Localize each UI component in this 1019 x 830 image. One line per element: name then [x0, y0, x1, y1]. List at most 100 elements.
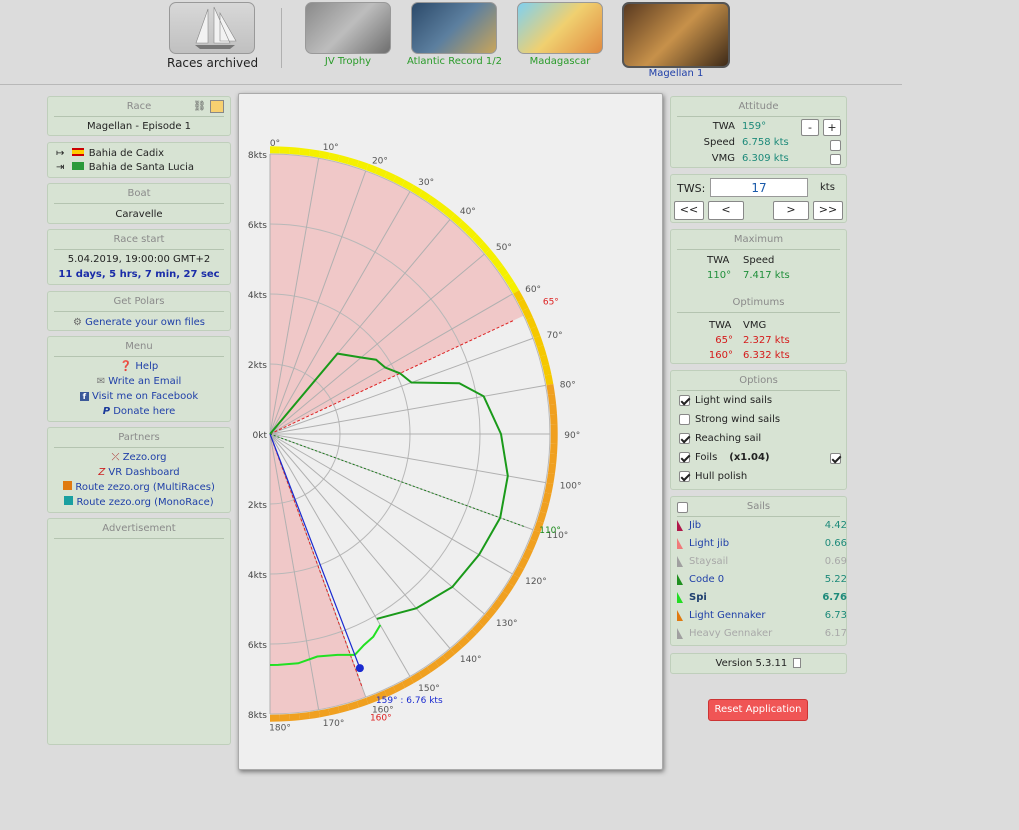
changelog-icon[interactable]	[793, 658, 802, 668]
route-multi-icon	[63, 481, 73, 490]
speed-value: 6.758 kts	[742, 137, 789, 148]
tws-forward-button[interactable]: >	[773, 201, 809, 220]
speed-rim-segment	[547, 463, 557, 475]
speed-rim-segment	[410, 184, 423, 196]
link-icon[interactable]: ⛓	[193, 101, 206, 112]
donate-link[interactable]: P Donate here	[48, 404, 230, 419]
speed-rim-segment	[502, 582, 514, 595]
speed-rim-segment	[533, 335, 544, 348]
sail-name: Staysail	[689, 556, 729, 567]
option-strong-wind[interactable]: Strong wind sails	[679, 413, 780, 427]
speed-rim-segment	[550, 413, 558, 425]
vr-dashboard-icon: Z	[98, 467, 106, 478]
polar-chart[interactable]: 0kt2kts2kts4kts4kts6kts6kts8kts8kts0° 10°…	[239, 94, 664, 771]
zezo-icon: ⤫	[111, 452, 120, 463]
partners-panel: Partners ⤫ Zezo.org Z VR Dashboard Route…	[47, 427, 231, 513]
sail-row: Jib 4.42	[677, 519, 847, 533]
option-checkbox[interactable]	[679, 413, 690, 425]
option-light-wind[interactable]: Light wind sails	[679, 394, 772, 408]
option-hull-polish[interactable]: Hull polish	[679, 470, 747, 484]
route-panel: ↦ Bahia de Cadix ⇥ Bahia de Santa Lucia	[47, 142, 231, 178]
atlantic-record-image	[411, 2, 497, 54]
speed-checkbox[interactable]	[830, 140, 841, 151]
race-tab-magellan[interactable]: Magellan 1	[620, 2, 732, 79]
polars-title: Get Polars	[54, 292, 224, 312]
route-mono-link[interactable]: Route zezo.org (MonoRace)	[48, 495, 230, 510]
race-tab-madagascar[interactable]: Madagascar	[515, 2, 605, 67]
magellan-image	[622, 2, 730, 68]
speed-rim-segment	[464, 628, 477, 641]
vmg-checkbox[interactable]	[830, 154, 841, 165]
speed-rim-segment	[502, 273, 514, 286]
radial-tick-label: 6kts	[248, 221, 267, 231]
angle-tick-label: 100°	[560, 482, 582, 492]
speed-label: Speed	[703, 137, 735, 148]
twa-plus-button[interactable]: +	[823, 119, 841, 136]
route-mono-icon	[64, 496, 74, 505]
race-start-panel: Race start 5.04.2019, 19:00:00 GMT+2 11 …	[47, 229, 231, 285]
angle-tick-label: 80°	[560, 380, 576, 390]
madagascar-image	[517, 2, 603, 54]
optimum-label: 160°	[370, 714, 392, 724]
maximum-title: Maximum	[677, 230, 840, 250]
speed-rim-segment	[497, 590, 509, 604]
zezo-link[interactable]: ⤫ Zezo.org	[48, 450, 230, 465]
tws-fast-back-button[interactable]: <<	[674, 201, 704, 220]
facebook-link[interactable]: f Visit me on Facebook	[48, 389, 230, 404]
angle-tick-label: 150°	[418, 684, 440, 694]
race-tab-atlantic-record[interactable]: Atlantic Record 1/2	[407, 2, 502, 67]
race-tab-label: Magellan 1	[648, 68, 704, 79]
option-checkbox[interactable]	[679, 451, 690, 463]
partners-title: Partners	[54, 428, 224, 448]
race-tab-jv-trophy[interactable]: JV Trophy	[304, 2, 392, 67]
twa-minus-button[interactable]: -	[801, 119, 819, 136]
speed-rim-segment	[450, 642, 463, 655]
email-link[interactable]: ✉ Write an Email	[48, 374, 230, 389]
tws-back-button[interactable]: <	[708, 201, 744, 220]
help-label: Help	[135, 361, 159, 372]
optimums-title: Optimums	[677, 293, 840, 313]
option-foils[interactable]: Foils (x1.04)	[679, 451, 770, 465]
speed-rim-segment	[442, 649, 455, 661]
reset-application-button[interactable]: Reset Application	[708, 699, 808, 721]
speed-rim-segment	[279, 146, 291, 154]
angle-tick-label: 60°	[525, 285, 541, 295]
foils-secondary-checkbox[interactable]	[830, 453, 841, 464]
option-checkbox[interactable]	[679, 470, 690, 482]
generate-polars-link[interactable]: ⚙ Generate your own files	[48, 315, 230, 330]
sail-row: Staysail 0.69	[677, 555, 847, 569]
speed-rim-segment	[549, 403, 557, 415]
boat-title: Boat	[54, 184, 224, 204]
end-arrow-icon: ⇥	[56, 162, 65, 173]
speed-rim-segment	[513, 290, 525, 303]
help-link[interactable]: ❓ Help	[48, 359, 230, 374]
optimums-vmg-header: VMG	[743, 320, 767, 331]
route-multi-link[interactable]: Route zezo.org (MultiRaces)	[48, 480, 230, 495]
sails-toggle-checkbox[interactable]	[677, 502, 688, 513]
radial-tick-label: 4kts	[248, 571, 267, 581]
speed-rim-segment	[491, 256, 503, 270]
help-icon: ❓	[119, 361, 133, 372]
tws-fast-forward-button[interactable]: >>	[813, 201, 843, 220]
race-panel: Race ⛓ Magellan - Episode 1	[47, 96, 231, 136]
option-checkbox[interactable]	[679, 432, 690, 444]
sail-speed: 6.76	[822, 592, 847, 603]
speed-rim-segment	[550, 443, 558, 455]
sail-name: Code 0	[689, 574, 725, 585]
speed-rim-segment	[497, 264, 509, 278]
options-panel: Options Light wind sails Strong wind sai…	[670, 370, 847, 490]
races-archived-link[interactable]: Races archived	[167, 2, 258, 70]
map-icon[interactable]	[210, 100, 224, 113]
tws-input[interactable]	[710, 178, 808, 197]
speed-rim-segment	[485, 606, 497, 619]
speed-rim-segment	[328, 152, 340, 162]
speed-rim-segment	[289, 713, 301, 721]
option-checkbox[interactable]	[679, 394, 690, 406]
option-reaching[interactable]: Reaching sail	[679, 432, 761, 446]
tws-unit: kts	[820, 182, 835, 193]
vr-dashboard-label: VR Dashboard	[108, 467, 180, 478]
speed-rim-segment	[393, 175, 406, 187]
vr-dashboard-link[interactable]: Z VR Dashboard	[48, 465, 230, 480]
sail-speed: 6.73	[824, 610, 847, 621]
speed-rim-segment	[530, 326, 541, 339]
